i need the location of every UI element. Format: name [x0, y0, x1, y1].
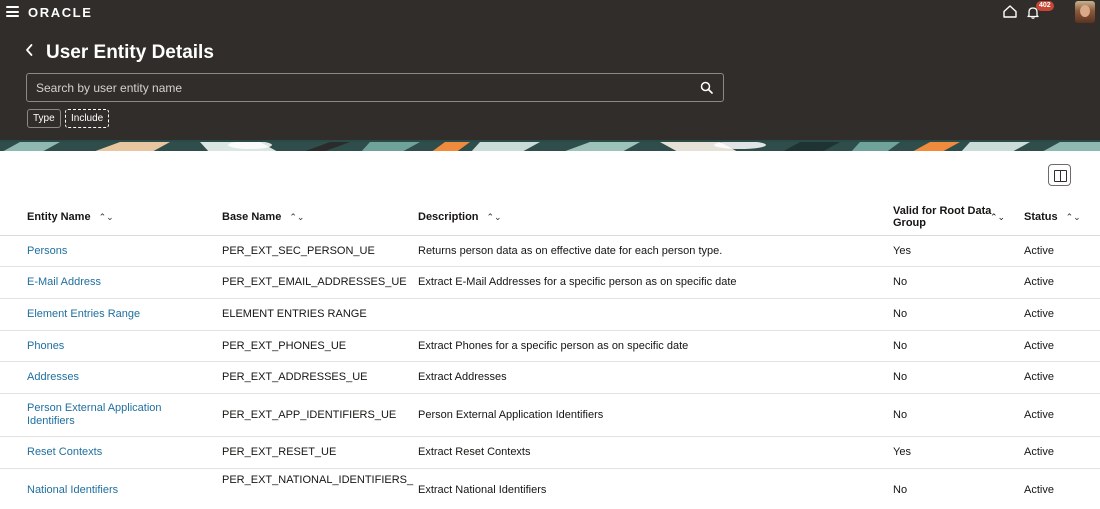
sort-icon[interactable]: ⌃⌄ [289, 211, 304, 223]
base-name-cell: PER_EXT_PHONES_UE [222, 339, 347, 352]
description-cell: Extract Addresses [418, 371, 507, 383]
base-name-cell: PER_EXT_RESET_UE [222, 446, 337, 458]
base-name-cell: ELEMENT ENTRIES RANGE [222, 308, 367, 320]
sort-icon[interactable]: ⌃⌄ [99, 211, 114, 223]
table-row[interactable]: Reset Contexts PER_EXT_RESET_UE Extract … [0, 437, 1100, 469]
description-cell: Extract National Identifiers [418, 484, 547, 496]
table-row[interactable]: Addresses PER_EXT_ADDRESSES_UE Extract A… [0, 362, 1100, 394]
description-cell: Returns person data as on effective date… [418, 244, 723, 257]
description-cell [418, 299, 878, 330]
notification-badge: 402 [1036, 1, 1054, 11]
hamburger-menu-icon[interactable] [6, 6, 19, 17]
table-row[interactable]: E-Mail Address PER_EXT_EMAIL_ADDRESSES_U… [0, 267, 1100, 299]
status-cell: Active [1024, 339, 1054, 352]
column-header-label: Description [418, 211, 479, 223]
banner-pattern [0, 141, 1100, 151]
type-filter-chip[interactable]: Type [27, 109, 61, 128]
description-cell: Extract E-Mail Addresses for a specific … [418, 276, 737, 288]
status-cell: Active [1024, 371, 1054, 383]
valid-root-cell: Yes [893, 244, 911, 257]
column-header-valid-root[interactable]: Valid for Root Data Group [893, 198, 1003, 236]
status-cell: Active [1024, 308, 1054, 320]
page-header: ORACLE 402 User Entity Details Type Incl… [0, 0, 1100, 140]
valid-root-cell: No [893, 308, 908, 320]
column-header-base-name[interactable]: Base Name ⌃⌄ [222, 198, 407, 236]
oracle-logo[interactable]: ORACLE [28, 5, 93, 20]
chevron-left-icon[interactable] [24, 42, 36, 60]
entity-name-link[interactable]: Phones [27, 331, 207, 361]
user-avatar[interactable] [1075, 1, 1095, 23]
status-cell: Active [1024, 446, 1054, 458]
entity-name-link[interactable]: Persons [27, 236, 207, 266]
description-cell: Extract Phones for a specific person as … [418, 339, 689, 352]
description-cell: Person External Application Identifiers [418, 408, 604, 421]
sort-icon[interactable]: ⌃⌄ [1066, 211, 1081, 223]
column-header-label: Entity Name [27, 211, 91, 223]
table-row[interactable]: Persons PER_EXT_SEC_PERSON_UE Returns pe… [0, 236, 1100, 267]
valid-root-cell: Yes [893, 446, 911, 458]
status-cell: Active [1024, 276, 1054, 288]
column-header-entity-name[interactable]: Entity Name ⌃⌄ [27, 198, 207, 236]
status-cell: Active [1024, 244, 1054, 257]
page-title: User Entity Details [46, 42, 214, 63]
include-filter-chip[interactable]: Include [65, 109, 110, 128]
description-cell: Extract Reset Contexts [418, 446, 531, 458]
base-name-cell: PER_EXT_NATIONAL_IDENTIFIERS_ [222, 474, 414, 486]
status-cell: Active [1024, 484, 1054, 496]
search-field[interactable] [26, 73, 724, 102]
entity-name-link[interactable]: Element Entries Range [27, 299, 207, 330]
base-name-cell: PER_EXT_SEC_PERSON_UE [222, 244, 375, 257]
valid-root-cell: No [893, 484, 908, 496]
valid-root-cell: No [893, 339, 908, 352]
entity-name-link[interactable]: E-Mail Address [27, 267, 207, 298]
search-input[interactable] [36, 79, 676, 97]
valid-root-cell: No [893, 408, 908, 421]
sort-icon[interactable]: ⌃⌄ [487, 211, 502, 223]
table-row[interactable]: Person External Application Identifiers … [0, 394, 1100, 437]
valid-root-cell: No [893, 371, 908, 383]
column-header-label: Status [1024, 211, 1058, 223]
entity-name-link[interactable]: Person External Application Identifiers [27, 394, 177, 436]
column-header-status[interactable]: Status ⌃⌄ [1024, 198, 1094, 236]
status-cell: Active [1024, 408, 1054, 421]
column-header-label: Valid for Root Data Group [893, 205, 992, 229]
search-icon[interactable] [700, 81, 713, 94]
entity-name-link[interactable]: Addresses [27, 362, 207, 393]
column-header-description[interactable]: Description ⌃⌄ [418, 198, 878, 236]
base-name-cell: PER_EXT_ADDRESSES_UE [222, 371, 368, 383]
table-row[interactable]: Phones PER_EXT_PHONES_UE Extract Phones … [0, 331, 1100, 362]
table-header-row: Entity Name ⌃⌄ Base Name ⌃⌄ Description ⌃⌄ … [0, 198, 1100, 236]
sort-icon[interactable]: ⌃⌄ [990, 198, 1005, 236]
valid-root-cell: No [893, 276, 908, 288]
notifications-button[interactable]: 402 [1025, 1, 1054, 23]
home-icon[interactable] [1003, 5, 1017, 18]
table-row[interactable]: National Identifiers PER_EXT_NATIONAL_ID… [0, 469, 1100, 509]
column-header-label: Base Name [222, 211, 282, 223]
table-row[interactable]: Element Entries Range ELEMENT ENTRIES RA… [0, 299, 1100, 331]
entity-name-link[interactable]: National Identifiers [27, 469, 207, 509]
base-name-cell: PER_EXT_EMAIL_ADDRESSES_UE [222, 276, 407, 288]
column-view-icon[interactable] [1048, 164, 1071, 186]
decorative-banner [0, 140, 1100, 151]
base-name-cell: PER_EXT_APP_IDENTIFIERS_UE [222, 408, 397, 421]
entity-name-link[interactable]: Reset Contexts [27, 437, 207, 468]
global-topbar: ORACLE 402 [0, 0, 1100, 26]
